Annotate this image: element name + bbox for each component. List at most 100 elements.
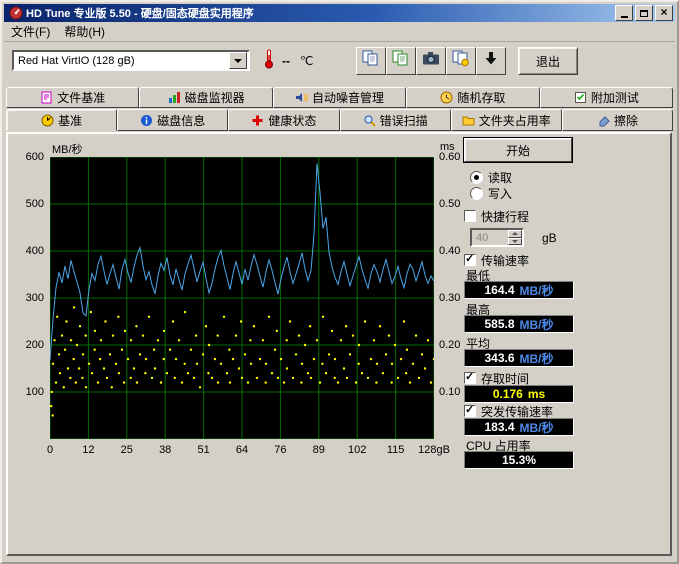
- tab-folder-usage[interactable]: 文件夹占用率: [451, 109, 562, 131]
- shortstroke-size-value: 40: [472, 232, 508, 244]
- tab-disk-monitor[interactable]: 磁盘监视器: [139, 87, 272, 108]
- tab-label: 文件基准: [57, 89, 105, 106]
- x-tick: 25: [107, 444, 147, 456]
- access-time-label: 存取时间: [481, 370, 529, 387]
- y-left-axis-unit: MB/秒: [52, 141, 83, 157]
- shortstroke-unit-label: gB: [542, 231, 557, 245]
- min-value: 164.4: [484, 283, 514, 297]
- transfer-rate-checkbox[interactable]: 传输速率: [464, 253, 529, 267]
- disk-monitor-icon: [168, 91, 181, 104]
- maximize-button[interactable]: [635, 5, 653, 21]
- min-unit: MB/秒: [520, 282, 554, 299]
- radio-unselected-icon: [470, 187, 483, 200]
- title-bar[interactable]: HD Tune 专业版 5.50 - 硬盘/固态硬盘实用程序 ×: [4, 4, 675, 22]
- copy-screenshot-button[interactable]: [356, 47, 386, 75]
- tab-label: 磁盘信息: [157, 112, 205, 129]
- exit-button[interactable]: 退出: [518, 47, 578, 75]
- access-time-value-box: 0.176 ms: [464, 385, 574, 403]
- avg-value-box: 343.6 MB/秒: [464, 349, 574, 367]
- gauge-icon: [41, 114, 54, 127]
- camera-icon: [422, 51, 440, 71]
- close-button[interactable]: ×: [655, 5, 673, 21]
- shortstroke-label: 快捷行程: [481, 208, 529, 225]
- tab-label: 随机存取: [457, 89, 505, 106]
- temperature-unit: ℃: [300, 54, 313, 68]
- copy-image-icon: [452, 50, 470, 72]
- y-left-tick: 300: [8, 292, 44, 304]
- write-radio[interactable]: 写入: [470, 186, 512, 200]
- x-tick: 76: [260, 444, 300, 456]
- content-panel: MB/秒 ms 6005004003002001000.600.500.400.…: [6, 132, 672, 556]
- checkbox-checked-icon: [464, 405, 476, 417]
- checkbox-checked-icon: [464, 254, 476, 266]
- temperature-value: --: [282, 54, 290, 68]
- plot-canvas: [50, 157, 434, 439]
- tab-health[interactable]: 健康状态: [228, 109, 339, 131]
- read-radio[interactable]: 读取: [470, 170, 512, 184]
- tab-label: 自动噪音管理: [312, 89, 384, 106]
- burst-rate-checkbox[interactable]: 突发传输速率: [464, 404, 553, 418]
- menu-help[interactable]: 帮助(H): [57, 21, 112, 42]
- y-left-tick: 400: [8, 245, 44, 257]
- x-tick: 38: [145, 444, 185, 456]
- tab-extra-tests[interactable]: 附加测试: [540, 87, 673, 108]
- benchmark-chart: MB/秒 ms 6005004003002001000.600.500.400.…: [8, 134, 468, 464]
- tab-benchmark[interactable]: 基准: [6, 109, 117, 131]
- file-benchmark-icon: [40, 91, 53, 104]
- tab-label: 错误扫描: [380, 112, 428, 129]
- burst-rate-value: 183.4: [484, 420, 514, 434]
- burst-rate-label: 突发传输速率: [481, 403, 553, 420]
- copy-text-icon: [392, 50, 410, 72]
- access-time-value: 0.176: [493, 387, 523, 401]
- screenshot-button[interactable]: [416, 47, 446, 75]
- tab-error-scan[interactable]: 错误扫描: [340, 109, 451, 131]
- copy-image-button[interactable]: [446, 47, 476, 75]
- exit-button-label: 退出: [536, 53, 560, 70]
- info-icon: [140, 114, 153, 127]
- max-unit: MB/秒: [520, 316, 554, 333]
- checklist-icon: [574, 91, 587, 104]
- burst-rate-value-box: 183.4 MB/秒: [464, 418, 574, 436]
- x-tick: 64: [222, 444, 262, 456]
- speaker-icon: [295, 91, 308, 104]
- red-cross-icon: [251, 114, 264, 127]
- drive-select-value: Red Hat VirtIO (128 gB): [14, 55, 229, 67]
- tab-erase[interactable]: 擦除: [562, 109, 673, 131]
- spinner-down-button[interactable]: [508, 238, 522, 246]
- thermometer-icon: [262, 49, 276, 74]
- min-value-box: 164.4 MB/秒: [464, 281, 574, 299]
- tab-row-primary: 基准 磁盘信息 健康状态 错误扫描 文件夹占用率 擦除: [6, 109, 673, 131]
- spinner-up-button[interactable]: [508, 230, 522, 238]
- tab-random-access[interactable]: 随机存取: [406, 87, 539, 108]
- max-value: 585.8: [484, 317, 514, 331]
- minimize-button[interactable]: [615, 5, 633, 21]
- chevron-down-icon[interactable]: [229, 52, 247, 69]
- shortstroke-checkbox[interactable]: 快捷行程: [464, 209, 529, 223]
- x-tick: 128gB: [414, 444, 454, 456]
- max-value-box: 585.8 MB/秒: [464, 315, 574, 333]
- clock-icon: [440, 91, 453, 104]
- tab-disk-info[interactable]: 磁盘信息: [117, 109, 228, 131]
- drive-select[interactable]: Red Hat VirtIO (128 gB): [12, 50, 250, 71]
- x-tick: 51: [184, 444, 224, 456]
- access-time-checkbox[interactable]: 存取时间: [464, 371, 529, 385]
- tab-aam[interactable]: 自动噪音管理: [273, 87, 406, 108]
- tab-label: 磁盘监视器: [185, 89, 245, 106]
- start-button[interactable]: 开始: [464, 138, 572, 162]
- cpu-usage-value-box: 15.3%: [464, 451, 574, 469]
- read-radio-label: 读取: [488, 169, 512, 186]
- tab-label: 附加测试: [591, 89, 639, 106]
- folder-icon: [462, 114, 475, 127]
- menu-file[interactable]: 文件(F): [4, 21, 57, 42]
- avg-value: 343.6: [484, 351, 514, 365]
- shortstroke-size-input[interactable]: 40: [470, 228, 524, 247]
- minimize-icon: [621, 16, 628, 18]
- tab-file-benchmark[interactable]: 文件基准: [6, 87, 139, 108]
- y-left-tick: 500: [8, 198, 44, 210]
- menu-bar: 文件(F) 帮助(H): [4, 22, 675, 42]
- save-button[interactable]: [476, 47, 506, 75]
- y-left-tick: 100: [8, 386, 44, 398]
- copy-text-button[interactable]: [386, 47, 416, 75]
- close-icon: ×: [660, 7, 667, 17]
- checkbox-unchecked-icon: [464, 210, 476, 222]
